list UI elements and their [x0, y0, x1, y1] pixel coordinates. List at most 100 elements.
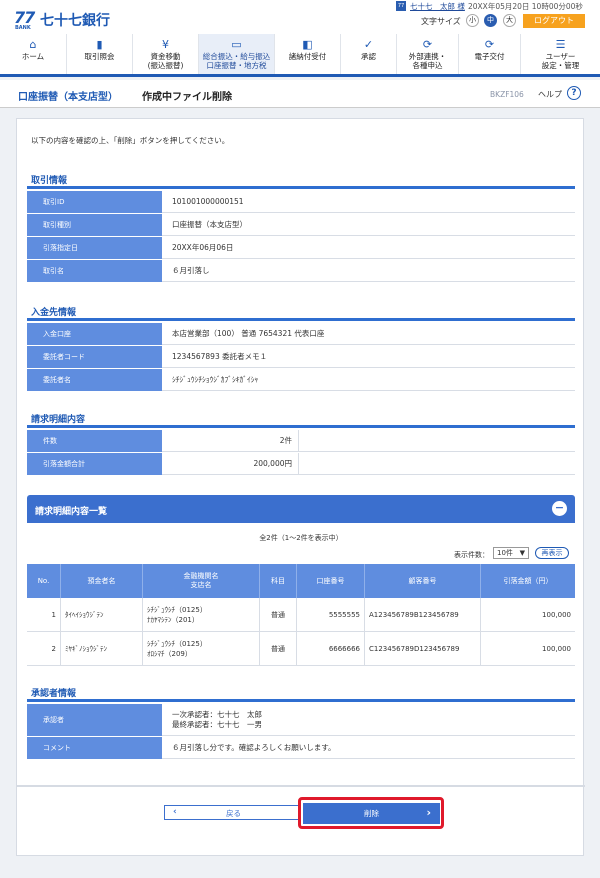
payment-icon: ▭ — [231, 38, 242, 51]
logout-button[interactable]: ログアウト — [523, 14, 585, 28]
row-value: 101001000000151 — [172, 197, 244, 206]
nav-label: 電子交付 — [474, 52, 505, 61]
row-value: 本店営業部（100） 普通 7654321 代表口座 — [172, 329, 325, 338]
table-row: 1 ﾀｲﾍｲｼｮｳｼﾞﾃﾝ ｼﾁｼﾞｭｳｼﾁ（0125） ﾅｶﾔﾏｼﾃﾝ（201… — [27, 598, 575, 632]
nav-external[interactable]: ⟳ 外部連携・ 各種申込 — [396, 34, 458, 74]
info-row: 委託者名 ｼﾁｼﾞｭｳｼﾁｼｮｳｼﾞｶﾌﾞｼｷｶﾞｲｼｬ — [27, 369, 575, 391]
nav-payment[interactable]: ▭ 総合振込・給与振込 口座振替・地方税 — [198, 34, 274, 74]
cell-type: 普通 — [260, 632, 297, 666]
info-row: 引落金額合計 200,000円 — [27, 453, 575, 475]
info-row: 取引種別 口座振替（本支店型） — [27, 214, 575, 236]
row-label: 取引ID — [27, 191, 162, 213]
delete-button[interactable]: 削除 › — [303, 803, 440, 824]
cell-depositor: ﾀｲﾍｲｼｮｳｼﾞﾃﾝ — [61, 598, 143, 632]
cell-account: 6666666 — [297, 632, 365, 666]
section-divider — [27, 699, 575, 702]
row-value: 2件 — [164, 430, 299, 452]
nav-transfer[interactable]: ¥ 資金移動 (振込振替) — [132, 34, 198, 74]
display-count-value: 10件 — [497, 549, 513, 557]
bank-name: 七十七銀行 — [40, 13, 110, 29]
row-label: 引落指定日 — [27, 237, 162, 259]
nav-label: 資金移動 (振込振替) — [147, 52, 184, 70]
info-row: 委託者コード 1234567893 委託者メモ１ — [27, 346, 575, 368]
content-card: 以下の内容を確認の上、「削除」ボタンを押してください。 取引情報 取引ID 101… — [16, 118, 585, 856]
nav-label: ユーザー 設定・管理 — [541, 52, 580, 70]
row-label: 引落金額合計 — [27, 453, 162, 475]
page-title-bar: 口座振替（本支店型） 作成中ファイル削除 BKZF106 ヘルプ ? — [0, 80, 600, 108]
user-badge-icon: 77 — [396, 1, 406, 11]
result-count: 全2件（1～2件を表示中） — [259, 534, 343, 542]
section-title-transaction: 取引情報 — [31, 176, 68, 186]
nav-user-settings[interactable]: ☰ ユーザー 設定・管理 — [520, 34, 600, 74]
row-label: 承認者 — [27, 704, 162, 736]
column-header-no: No. — [27, 564, 61, 598]
row-value: 口座振替（本支店型） — [172, 220, 247, 229]
help-link[interactable]: ヘルプ — [538, 89, 562, 100]
section-divider — [27, 425, 575, 428]
column-header-type: 科目 — [260, 564, 297, 598]
nav-home[interactable]: ⌂ ホーム — [0, 34, 66, 74]
nav-tax[interactable]: ◧ 諸納付受付 — [274, 34, 340, 74]
page-title: 作成中ファイル削除 — [142, 92, 232, 103]
row-label: 委託者コード — [27, 346, 162, 368]
nav-label: 総合振込・給与振込 口座振替・地方税 — [202, 52, 271, 70]
tax-icon: ◧ — [302, 38, 313, 51]
row-value: 一次承認者：七十七 太郎 最終承認者：七十七 一男 — [172, 710, 262, 729]
home-icon: ⌂ — [29, 38, 37, 51]
column-header-bank: 金融機関名 支店名 — [143, 564, 260, 598]
cell-amount: 100,000 — [542, 645, 571, 653]
info-row: 引落指定日 20XX年06月06日 — [27, 237, 575, 259]
row-label: 委託者名 — [27, 369, 162, 391]
info-row: コメント ６月引落し分です。確認よろしくお願いします。 — [27, 737, 575, 759]
section-title-approver: 承認者情報 — [31, 689, 77, 699]
row-label: コメント — [27, 737, 162, 759]
cell-amount: 100,000 — [542, 611, 571, 619]
nav-approve[interactable]: ✓ 承認 — [340, 34, 396, 74]
row-value: ｼﾁｼﾞｭｳｼﾁｼｮｳｼﾞｶﾌﾞｼｷｶﾞｲｼｬ — [172, 375, 259, 384]
instruction-text: 以下の内容を確認の上、「削除」ボタンを押してください。 — [31, 136, 230, 145]
chevron-right-icon: › — [426, 806, 431, 819]
row-value: ６月引落し分です。確認よろしくお願いします。 — [172, 743, 336, 752]
cell-bank: ｼﾁｼﾞｭｳｼﾁ（0125） ﾅｶﾔﾏｼﾃﾝ（201） — [143, 598, 260, 632]
column-header-customer: 顧客番号 — [365, 564, 481, 598]
font-size-large-button[interactable]: 大 — [503, 14, 516, 27]
font-size-small-button[interactable]: 小 — [466, 14, 479, 27]
back-button-label: 戻る — [226, 809, 241, 818]
yen-transfer-icon: ¥ — [162, 38, 169, 51]
row-value: 200,000円 — [164, 453, 299, 475]
document-icon: ▮ — [96, 38, 103, 51]
collapse-icon[interactable]: − — [552, 501, 567, 516]
row-value: ６月引落し — [172, 266, 210, 275]
help-icon[interactable]: ? — [567, 86, 581, 100]
section-divider — [27, 186, 575, 189]
cell-no: 2 — [27, 632, 61, 666]
redisplay-button[interactable]: 再表示 — [535, 547, 569, 559]
nav-inquiry[interactable]: ▮ 取引照会 — [66, 34, 132, 74]
cell-depositor: ﾐﾔｷﾞﾉｼｮｳｼﾞﾃﾝ — [61, 632, 143, 666]
back-button[interactable]: ‹ 戻る — [164, 805, 301, 820]
nav-e-delivery[interactable]: ⟳ 電子交付 — [458, 34, 520, 74]
info-row: 取引名 ６月引落し — [27, 260, 575, 282]
approve-icon: ✓ — [363, 38, 374, 51]
info-row: 入金口座 本店営業部（100） 普通 7654321 代表口座 — [27, 323, 575, 345]
row-label: 入金口座 — [27, 323, 162, 345]
nav-label: 諸納付受付 — [288, 52, 327, 61]
row-value: 1234567893 委託者メモ１ — [172, 352, 268, 361]
column-header-amount: 引落金額（円） — [481, 564, 575, 598]
global-nav: ⌂ ホーム ▮ 取引照会 ¥ 資金移動 (振込振替) ▭ 総合振込・給与振込 口座振替・… — [0, 34, 600, 77]
nav-label: 取引照会 — [84, 52, 115, 61]
header: 77 BANK 七十七銀行 77 七十七 太郎 様 20XX年05月20日 10… — [0, 0, 600, 34]
section-title-deposit: 入金先情報 — [31, 308, 77, 318]
row-value: 20XX年06月06日 — [172, 243, 234, 252]
font-size-medium-button[interactable]: 中 — [484, 14, 497, 27]
cell-no: 1 — [27, 598, 61, 632]
display-count-select[interactable]: 10件 ▼ — [493, 547, 529, 559]
delete-button-label: 削除 — [364, 809, 379, 818]
user-settings-icon: ☰ — [555, 38, 566, 51]
user-name-link[interactable]: 七十七 太郎 様 — [410, 1, 465, 12]
billing-list-title: 請求明細内容一覧 — [35, 507, 108, 517]
billing-list-header: 請求明細内容一覧 − — [27, 495, 575, 523]
row-label: 件数 — [27, 430, 162, 452]
section-divider — [27, 318, 575, 321]
cell-account: 5555555 — [297, 598, 365, 632]
